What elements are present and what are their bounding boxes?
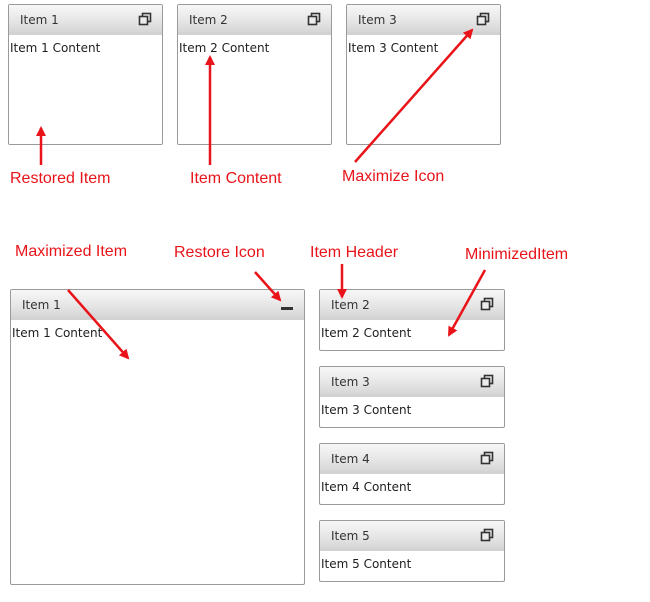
annotation-item-header: Item Header [310, 244, 399, 261]
tile-title: Item 2 [189, 13, 228, 27]
restore-icon[interactable] [280, 297, 294, 311]
maximize-icon[interactable] [307, 12, 321, 26]
annotation-maximized-item: Maximized Item [15, 243, 128, 260]
tile-header[interactable]: Item 3 [320, 367, 504, 397]
annotation-restored-item: Restored Item [10, 170, 111, 187]
tile-header[interactable]: Item 1 [9, 5, 162, 35]
tile-title: Item 4 [331, 452, 370, 466]
annotation-minimized-item: MinimizedItem [465, 246, 569, 263]
tile-content: Item 5 Content [321, 557, 412, 571]
maximize-icon[interactable] [480, 451, 494, 465]
tile-minimized-item-5[interactable]: Item 5 Item 5 Content [319, 520, 505, 582]
tile-content: Item 2 Content [179, 41, 270, 55]
tile-minimized-item-2[interactable]: Item 2 Item 2 Content [319, 289, 505, 351]
maximize-icon[interactable] [138, 12, 152, 26]
tile-header[interactable]: Item 5 [320, 521, 504, 551]
tile-header[interactable]: Item 3 [347, 5, 500, 35]
tile-content: Item 1 Content [10, 41, 101, 55]
tile-content: Item 3 Content [348, 41, 439, 55]
tile-header[interactable]: Item 2 [320, 290, 504, 320]
tile-minimized-item-3[interactable]: Item 3 Item 3 Content [319, 366, 505, 428]
tile-header[interactable]: Item 4 [320, 444, 504, 474]
tile-restored-item-2[interactable]: Item 2 Item 2 Content [177, 4, 332, 145]
tile-content: Item 1 Content [12, 326, 103, 340]
tile-header[interactable]: Item 2 [178, 5, 331, 35]
tile-restored-item-1[interactable]: Item 1 Item 1 Content [8, 4, 163, 145]
maximize-icon[interactable] [476, 12, 490, 26]
annotation-item-content: Item Content [190, 170, 282, 187]
tile-title: Item 1 [20, 13, 59, 27]
tile-title: Item 3 [331, 375, 370, 389]
tile-title: Item 2 [331, 298, 370, 312]
annotation-restore-icon: Restore Icon [174, 244, 265, 261]
maximize-icon[interactable] [480, 374, 494, 388]
tile-restored-item-3[interactable]: Item 3 Item 3 Content [346, 4, 501, 145]
tile-header[interactable]: Item 1 [11, 290, 304, 320]
tile-title: Item 3 [358, 13, 397, 27]
tile-minimized-item-4[interactable]: Item 4 Item 4 Content [319, 443, 505, 505]
tile-title: Item 5 [331, 529, 370, 543]
tile-content: Item 2 Content [321, 326, 412, 340]
tile-content: Item 3 Content [321, 403, 412, 417]
tile-maximized-item-1[interactable]: Item 1 Item 1 Content [10, 289, 305, 585]
maximize-icon[interactable] [480, 528, 494, 542]
tile-content: Item 4 Content [321, 480, 412, 494]
maximize-icon[interactable] [480, 297, 494, 311]
tile-title: Item 1 [22, 298, 61, 312]
annotation-maximize-icon: Maximize Icon [342, 168, 445, 185]
